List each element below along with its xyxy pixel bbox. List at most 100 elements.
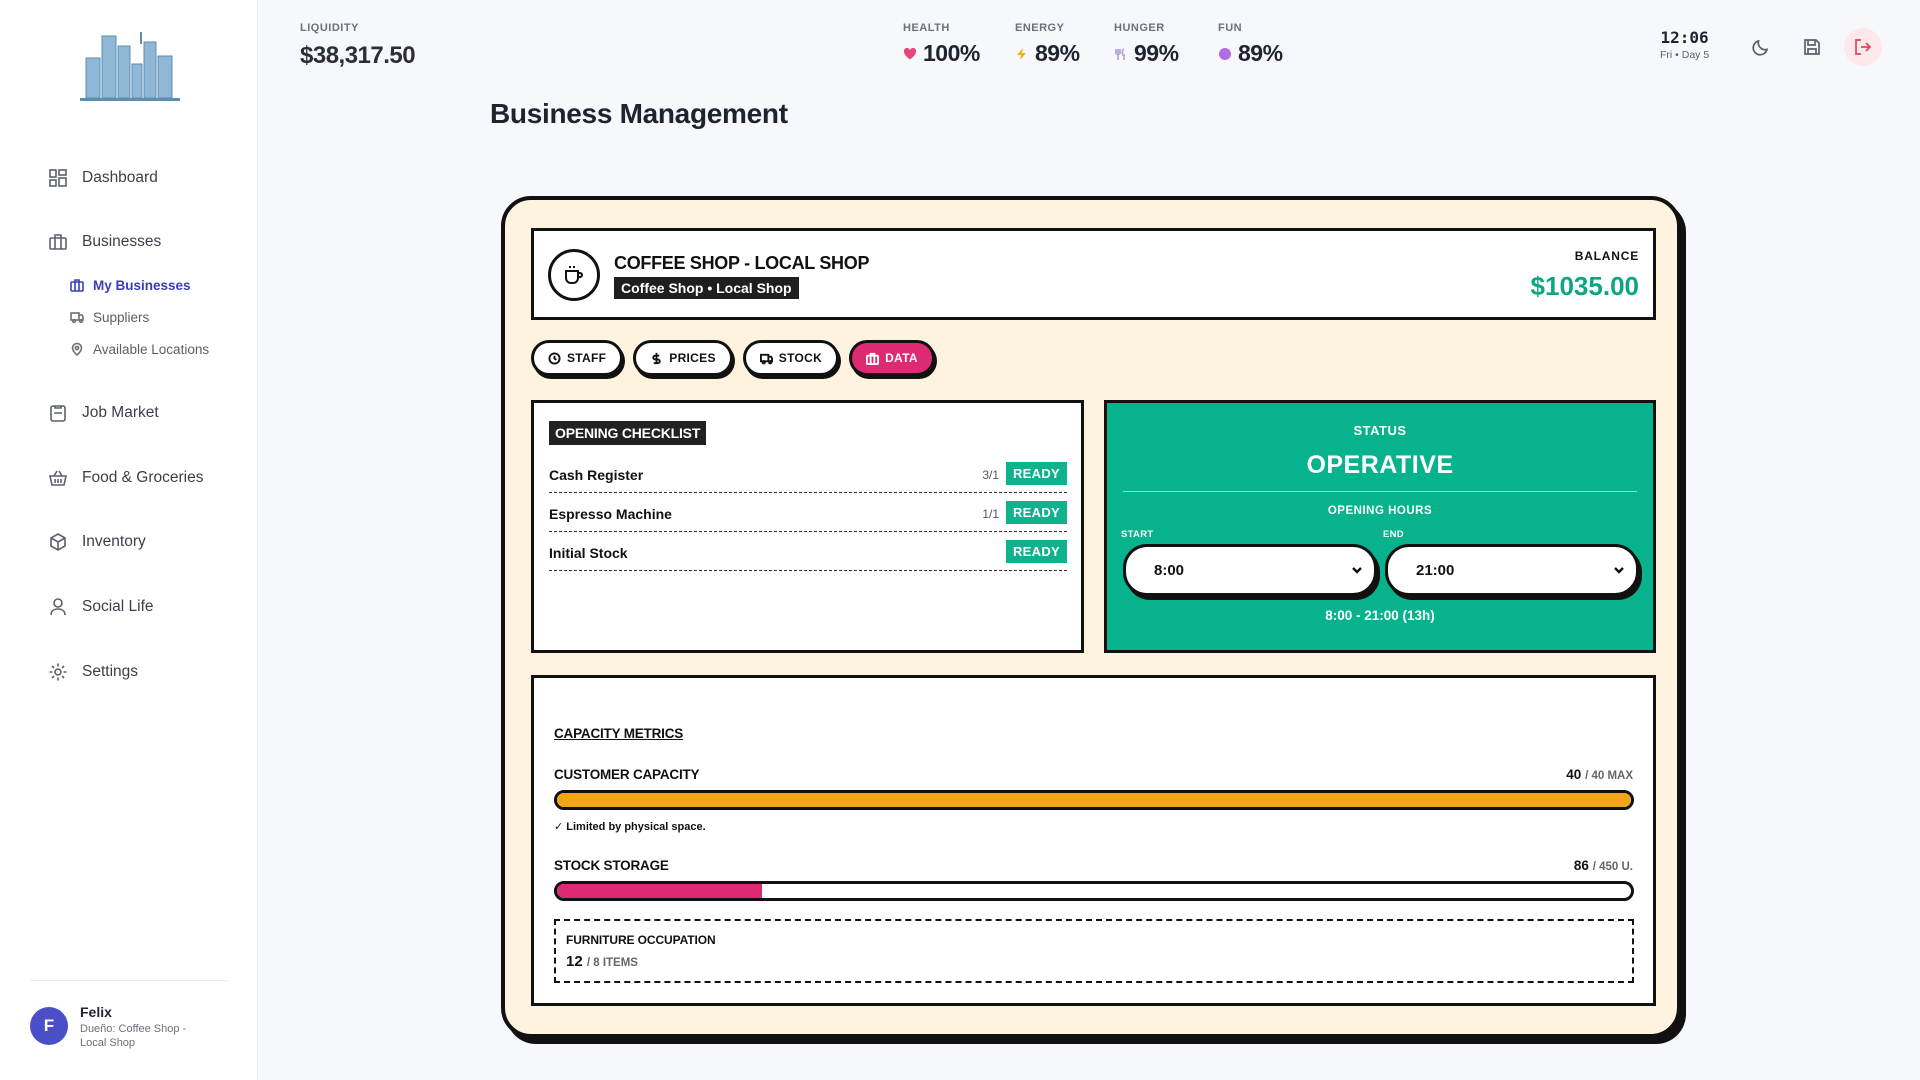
- stat-number: 99%: [1134, 40, 1179, 66]
- nav-label: Businesses: [82, 233, 162, 250]
- page-title: Business Management: [490, 98, 788, 129]
- dollar-icon: [652, 352, 661, 364]
- end-hour-value: 21:00: [1416, 561, 1455, 579]
- avatar[interactable]: F: [30, 1007, 68, 1045]
- nav-label: Food & Groceries: [82, 469, 204, 486]
- tab-label: DATA: [885, 351, 918, 365]
- tab-label: PRICES: [669, 351, 716, 365]
- nav-food-groceries[interactable]: Food & Groceries: [48, 466, 203, 490]
- user-divider: [30, 980, 228, 981]
- end-label: END: [1383, 529, 1404, 540]
- status-panel: STATUS OPERATIVE OPENING HOURS START END…: [1104, 400, 1656, 653]
- customer-capacity-value: 40: [1566, 767, 1582, 782]
- nav-label: Dashboard: [82, 169, 158, 186]
- status-label: STATUS: [1353, 423, 1407, 438]
- chevron-down-icon: [1352, 567, 1362, 574]
- ready-badge: READY: [1005, 540, 1067, 563]
- start-hour-select[interactable]: 8:00: [1123, 544, 1377, 596]
- checklist-item-count: 1/1: [982, 507, 999, 521]
- utensils-icon: [1115, 47, 1125, 60]
- stock-storage-bar: [554, 881, 1634, 901]
- stock-storage-label: STOCK STORAGE: [554, 858, 669, 873]
- checklist-item-name: Espresso Machine: [549, 506, 672, 522]
- balance-label: BALANCE: [1574, 249, 1639, 263]
- opening-hours-label: OPENING HOURS: [1327, 505, 1433, 517]
- user-icon: [50, 598, 66, 616]
- save-icon: [1804, 39, 1820, 55]
- heart-icon: [903, 47, 917, 59]
- end-hour-select[interactable]: 21:00: [1385, 544, 1639, 596]
- sub-label: Suppliers: [93, 309, 150, 325]
- box-icon: [50, 533, 66, 551]
- tab-label: STAFF: [567, 351, 607, 365]
- business-tag: Coffee Shop • Local Shop: [614, 277, 799, 299]
- sub-suppliers[interactable]: Suppliers: [70, 307, 149, 327]
- logout-button[interactable]: [1844, 28, 1882, 66]
- gear-icon: [49, 663, 67, 681]
- checklist-row: Espresso Machine 1/1 READY: [549, 498, 1067, 532]
- start-hour-value: 8:00: [1154, 561, 1185, 579]
- nav-job-market[interactable]: Job Market: [48, 401, 159, 425]
- sub-available-locations[interactable]: Available Locations: [70, 339, 209, 359]
- hours-summary: 8:00 - 21:00 (13h): [1325, 608, 1435, 623]
- logout-icon: [1855, 39, 1872, 55]
- tab-prices[interactable]: PRICES: [633, 340, 733, 376]
- status-divider: [1123, 491, 1637, 492]
- furniture-occupation: FURNITURE OCCUPATION 12 / 8 ITEMS: [554, 919, 1634, 983]
- customer-capacity-bar: [554, 790, 1634, 810]
- user-role: Dueño: Coffee Shop - Local Shop: [80, 1023, 187, 1049]
- stat-fun: FUN 89%: [1218, 22, 1283, 67]
- stat-hunger: HUNGER 99%: [1114, 22, 1179, 67]
- user-name: Felix: [80, 1004, 112, 1020]
- checklist-item-name: Initial Stock: [549, 545, 628, 561]
- stock-storage-value: 86: [1573, 858, 1589, 873]
- tab-stock[interactable]: STOCK: [742, 340, 840, 376]
- checklist-item-name: Cash Register: [549, 467, 644, 483]
- nav-label: Inventory: [82, 533, 146, 550]
- sub-my-businesses[interactable]: My Businesses: [70, 275, 191, 295]
- furniture-label: FURNITURE OCCUPATION: [566, 933, 716, 947]
- metrics-title: CAPACITY METRICS: [554, 726, 684, 741]
- nav-label: Settings: [82, 663, 139, 680]
- nav-social-life[interactable]: Social Life: [48, 595, 154, 619]
- nav-businesses[interactable]: Businesses: [48, 230, 161, 254]
- nav-settings[interactable]: Settings: [48, 660, 138, 684]
- liquidity-value: $38,317.50: [300, 42, 416, 69]
- sub-label: Available Locations: [93, 341, 210, 357]
- nav-dashboard[interactable]: Dashboard: [48, 166, 158, 190]
- briefcase-icon: [49, 234, 67, 250]
- game-clock: 12:06 Fri • Day 5: [1660, 28, 1709, 61]
- stock-storage-max: / 450 U.: [1592, 861, 1633, 873]
- capacity-metrics: CAPACITY METRICS CUSTOMER CAPACITY 40 / …: [531, 675, 1656, 1006]
- customer-capacity-max: / 40 MAX: [1585, 770, 1633, 782]
- city-logo-icon[interactable]: [80, 28, 180, 102]
- checklist-row: Cash Register 3/1 READY: [549, 459, 1067, 493]
- clock-icon: [548, 351, 561, 365]
- business-card: COFFEE SHOP - LOCAL SHOP Coffee Shop • L…: [501, 196, 1681, 1038]
- save-button[interactable]: [1793, 28, 1831, 66]
- business-header: COFFEE SHOP - LOCAL SHOP Coffee Shop • L…: [531, 228, 1656, 320]
- furniture-value: 12: [566, 953, 583, 970]
- customer-capacity-fill: [557, 793, 1631, 807]
- sidebar: Dashboard Businesses My Businesses Suppl…: [0, 0, 258, 1080]
- user-profile[interactable]: F Felix Dueño: Coffee Shop - Local Shop: [30, 1004, 210, 1050]
- briefcase-icon: [70, 279, 84, 292]
- nav-label: Job Market: [82, 404, 159, 421]
- business-title: COFFEE SHOP - LOCAL SHOP: [614, 253, 870, 273]
- grid-icon: [49, 169, 67, 187]
- stat-number: 100%: [923, 40, 980, 66]
- liquidity-label: LIQUIDITY: [300, 22, 359, 34]
- nav-inventory[interactable]: Inventory: [48, 530, 146, 554]
- capacity-note: ✓ Limited by physical space.: [554, 821, 706, 833]
- stat-number: 89%: [1035, 40, 1080, 66]
- dark-mode-button[interactable]: [1742, 28, 1780, 66]
- coffee-cup-icon: [548, 249, 600, 301]
- nav-label: Social Life: [82, 598, 154, 615]
- checklist-item-count: 3/1: [982, 468, 999, 482]
- stat-label: FUN: [1218, 22, 1243, 34]
- tab-staff[interactable]: STAFF: [531, 340, 624, 376]
- tab-data[interactable]: DATA: [849, 340, 935, 376]
- truck-icon: [759, 353, 773, 364]
- truck-icon: [70, 312, 84, 324]
- stat-label: HEALTH: [903, 22, 950, 34]
